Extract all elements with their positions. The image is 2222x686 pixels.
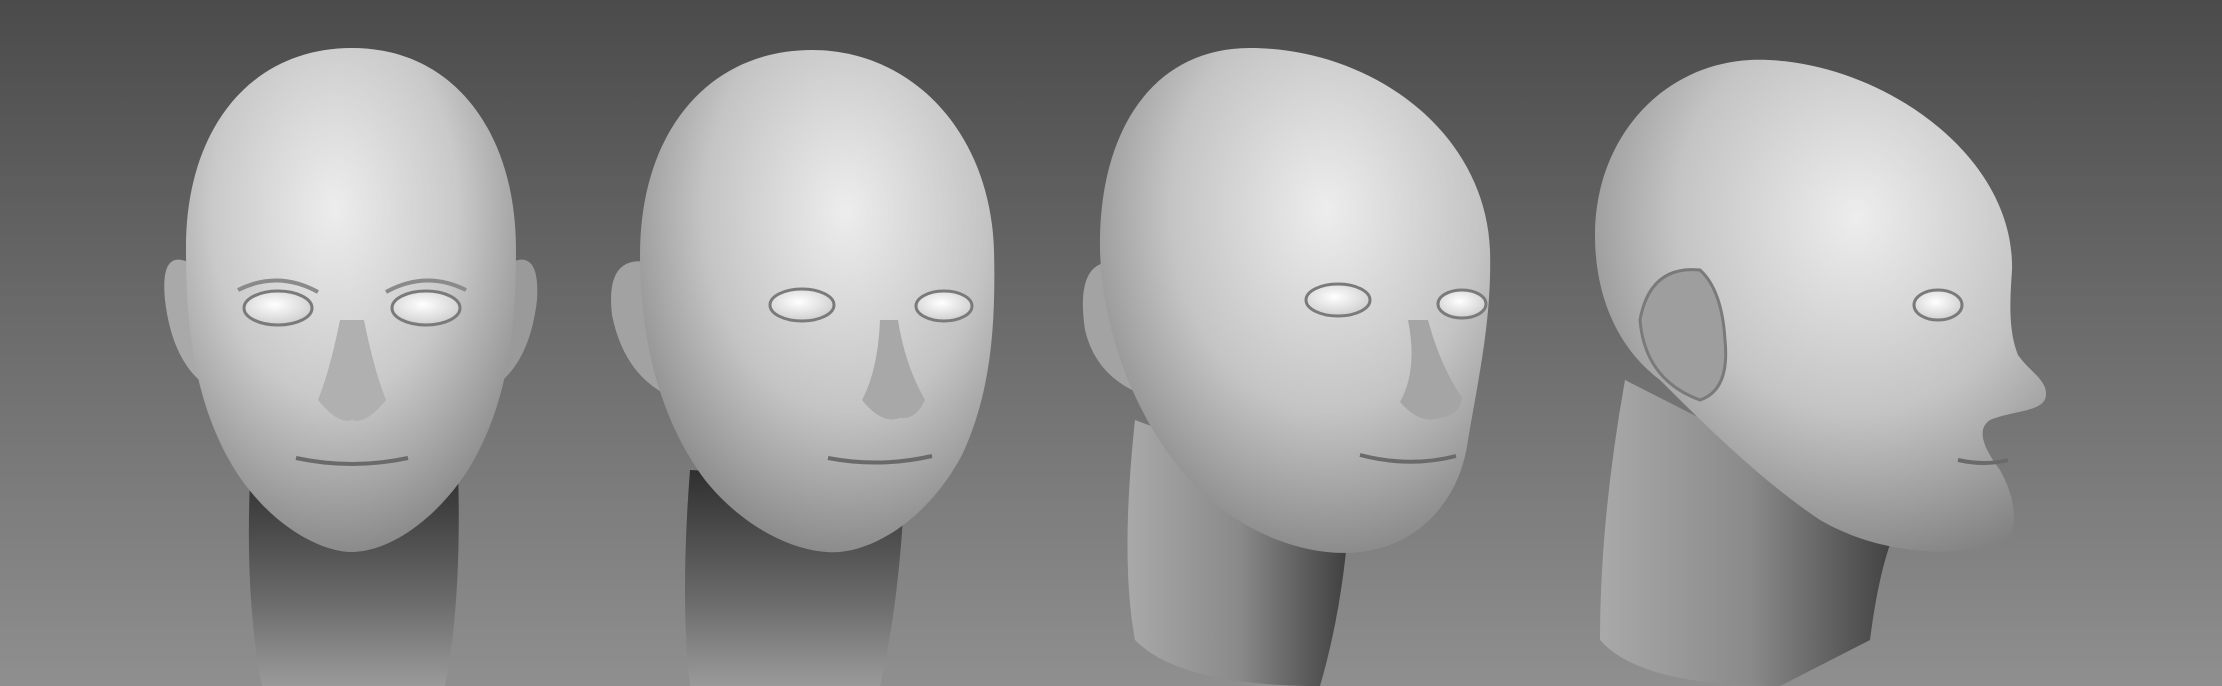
eye-right-three-quarter-front <box>914 289 974 323</box>
eye-left-three-quarter-front <box>768 287 836 323</box>
head-turnaround-illustration <box>164 48 2047 686</box>
eye-profile <box>1912 288 1964 322</box>
head-profile-view <box>1595 59 2047 686</box>
eye-right-three-quarter <box>1436 288 1488 320</box>
head-three-quarter-view <box>1082 48 1491 686</box>
head-three-quarter-front-view <box>611 50 995 686</box>
skull-face-front <box>185 48 516 552</box>
eye-left-three-quarter <box>1304 282 1372 318</box>
ear-profile <box>1638 268 1728 402</box>
head-front-view <box>164 48 538 686</box>
eye-right-front <box>390 289 462 327</box>
eye-left-front <box>242 289 314 327</box>
sculpt-turnaround-canvas <box>0 0 2222 686</box>
